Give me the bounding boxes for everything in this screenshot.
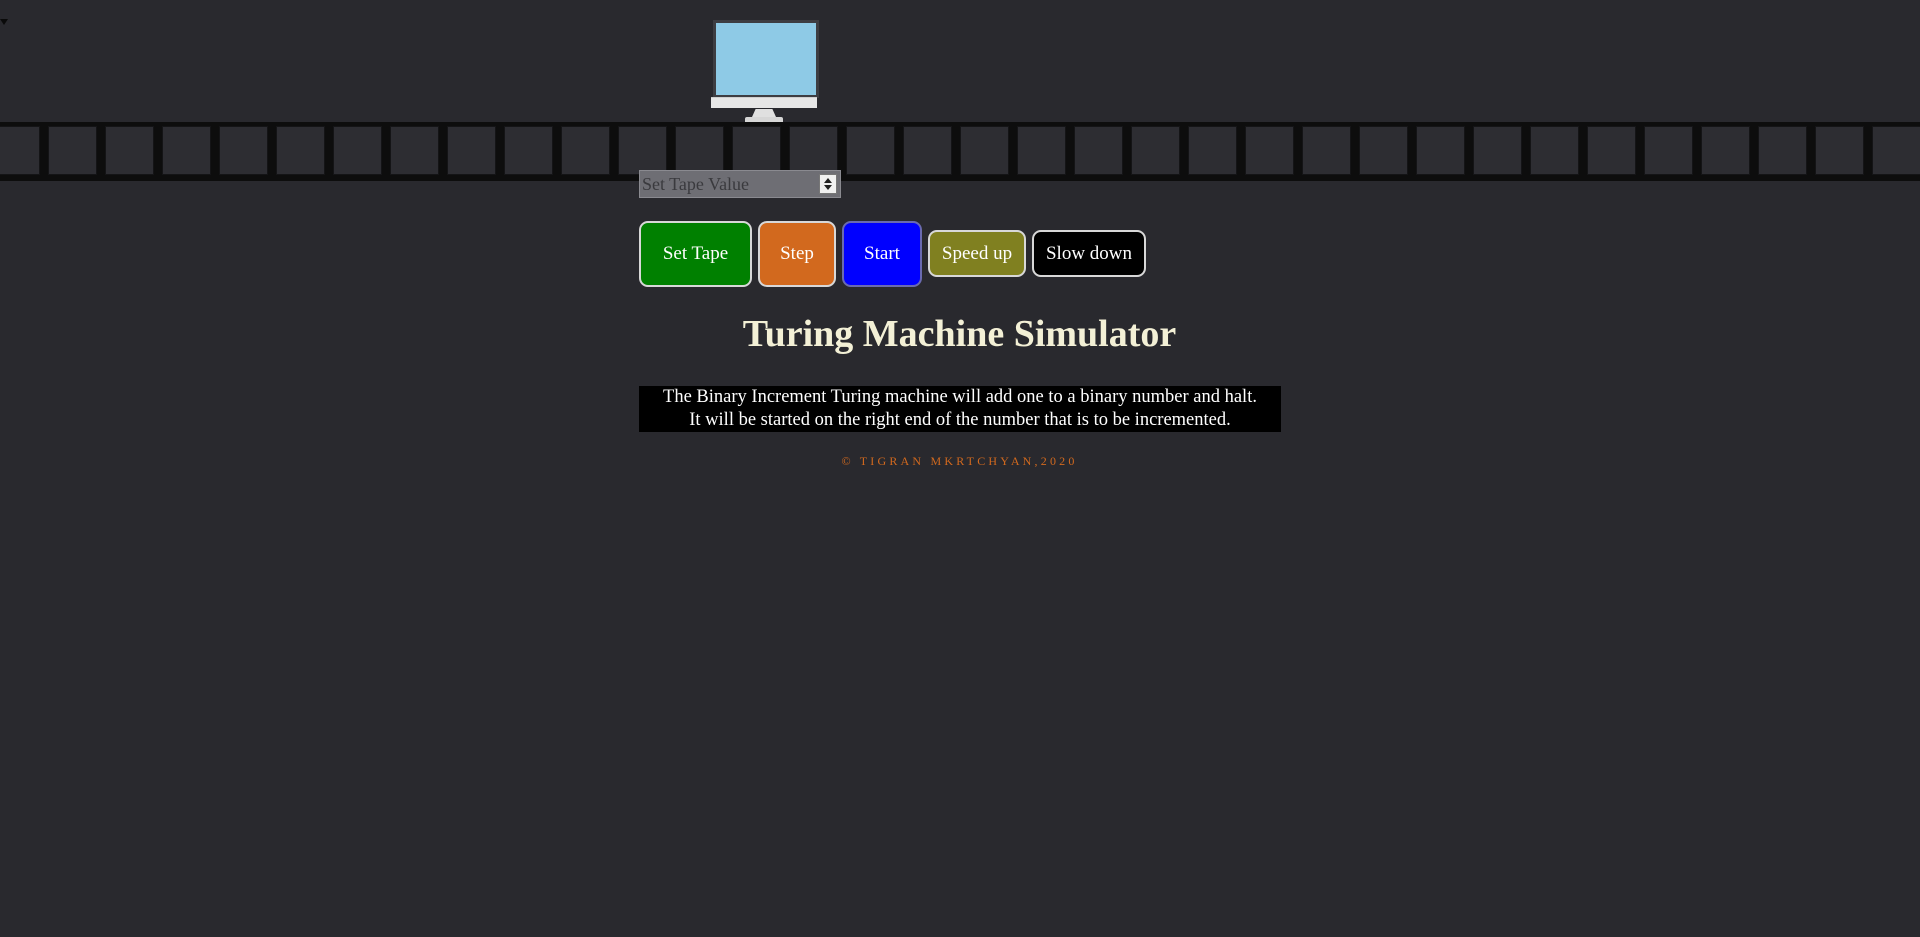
tape-cells [0, 126, 1920, 177]
tape-cell [1473, 126, 1522, 175]
tape-cell [1131, 126, 1180, 175]
tape-cell [1074, 126, 1123, 175]
tape [0, 122, 1920, 181]
tape-cell [1017, 126, 1066, 175]
tape-cell [1872, 126, 1920, 175]
description-line-2: It will be started on the right end of t… [689, 410, 1231, 430]
tape-value-input[interactable] [640, 171, 814, 197]
spinner-down-icon[interactable] [824, 185, 832, 190]
monitor-bezel [711, 97, 817, 108]
spinner-up-icon[interactable] [824, 178, 832, 183]
tape-cell [1245, 126, 1294, 175]
tape-cell [1416, 126, 1465, 175]
monitor-neck [752, 109, 776, 117]
tape-cell [1530, 126, 1579, 175]
step-button[interactable]: Step [758, 221, 836, 287]
tape-cell [732, 126, 781, 175]
number-spinner-icon[interactable] [819, 174, 837, 194]
tape-cell [504, 126, 553, 175]
tape-value-field[interactable] [639, 170, 841, 198]
tape-cell [561, 126, 610, 175]
tape-cell [618, 126, 667, 175]
tape-cell [219, 126, 268, 175]
tape-head-monitor-icon [711, 20, 819, 124]
tape-cell [48, 126, 97, 175]
tape-cell [1815, 126, 1864, 175]
tape-cell [1701, 126, 1750, 175]
tape-cell [0, 126, 40, 175]
footer-copyright: © TIGRAN MKRTCHYAN,2020 [841, 454, 1078, 468]
description-line-1: The Binary Increment Turing machine will… [663, 387, 1257, 407]
tape-cell [105, 126, 154, 175]
tape-cell [1302, 126, 1351, 175]
corner-caret-icon [0, 19, 8, 25]
monitor-screen [713, 20, 819, 98]
tape-cell [675, 126, 724, 175]
turing-simulator-page: Set Tape Step Start Speed up Slow down T… [0, 0, 1920, 937]
tape-cell [447, 126, 496, 175]
tape-cell [960, 126, 1009, 175]
tape-cell [1188, 126, 1237, 175]
tape-cell [390, 126, 439, 175]
tape-cell [333, 126, 382, 175]
start-button[interactable]: Start [842, 221, 922, 287]
tape-cell [1644, 126, 1693, 175]
set-tape-button[interactable]: Set Tape [639, 221, 752, 287]
tape-cell [162, 126, 211, 175]
slow-down-button[interactable]: Slow down [1032, 230, 1146, 277]
tape-cell [903, 126, 952, 175]
tape-cell [1587, 126, 1636, 175]
tape-cell [1758, 126, 1807, 175]
page-title: Turing Machine Simulator [742, 313, 1177, 355]
tape-cell [789, 126, 838, 175]
machine-description: The Binary Increment Turing machine will… [639, 386, 1281, 432]
tape-cell [276, 126, 325, 175]
speed-up-button[interactable]: Speed up [928, 230, 1026, 277]
tape-cell [846, 126, 895, 175]
tape-cell [1359, 126, 1408, 175]
